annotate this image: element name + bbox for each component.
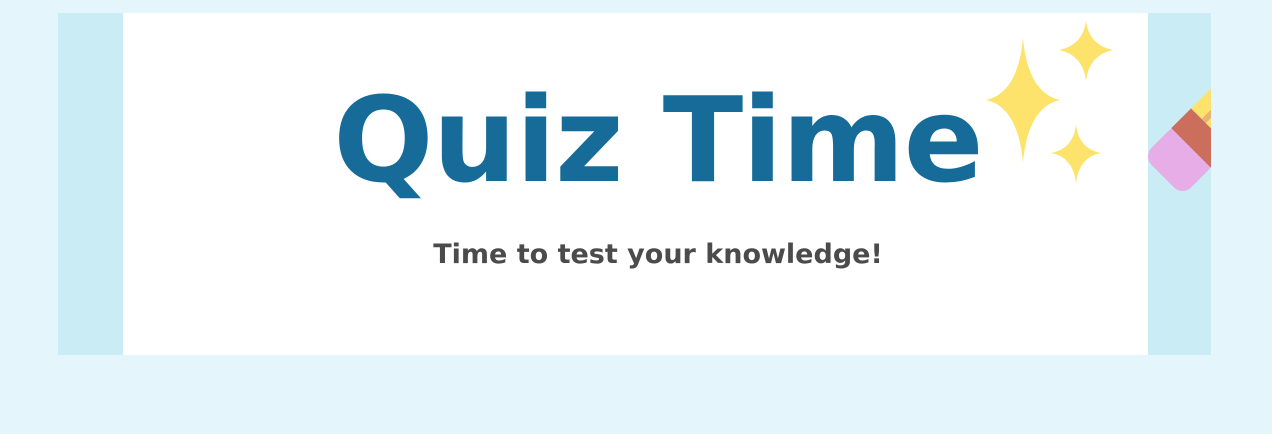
pencil-icon [1147,13,1211,192]
sparkle-icon [986,21,1113,183]
banner-decorations [986,13,1211,192]
quiz-banner: Quiz Time Time to test your knowledge! [58,13,1211,355]
